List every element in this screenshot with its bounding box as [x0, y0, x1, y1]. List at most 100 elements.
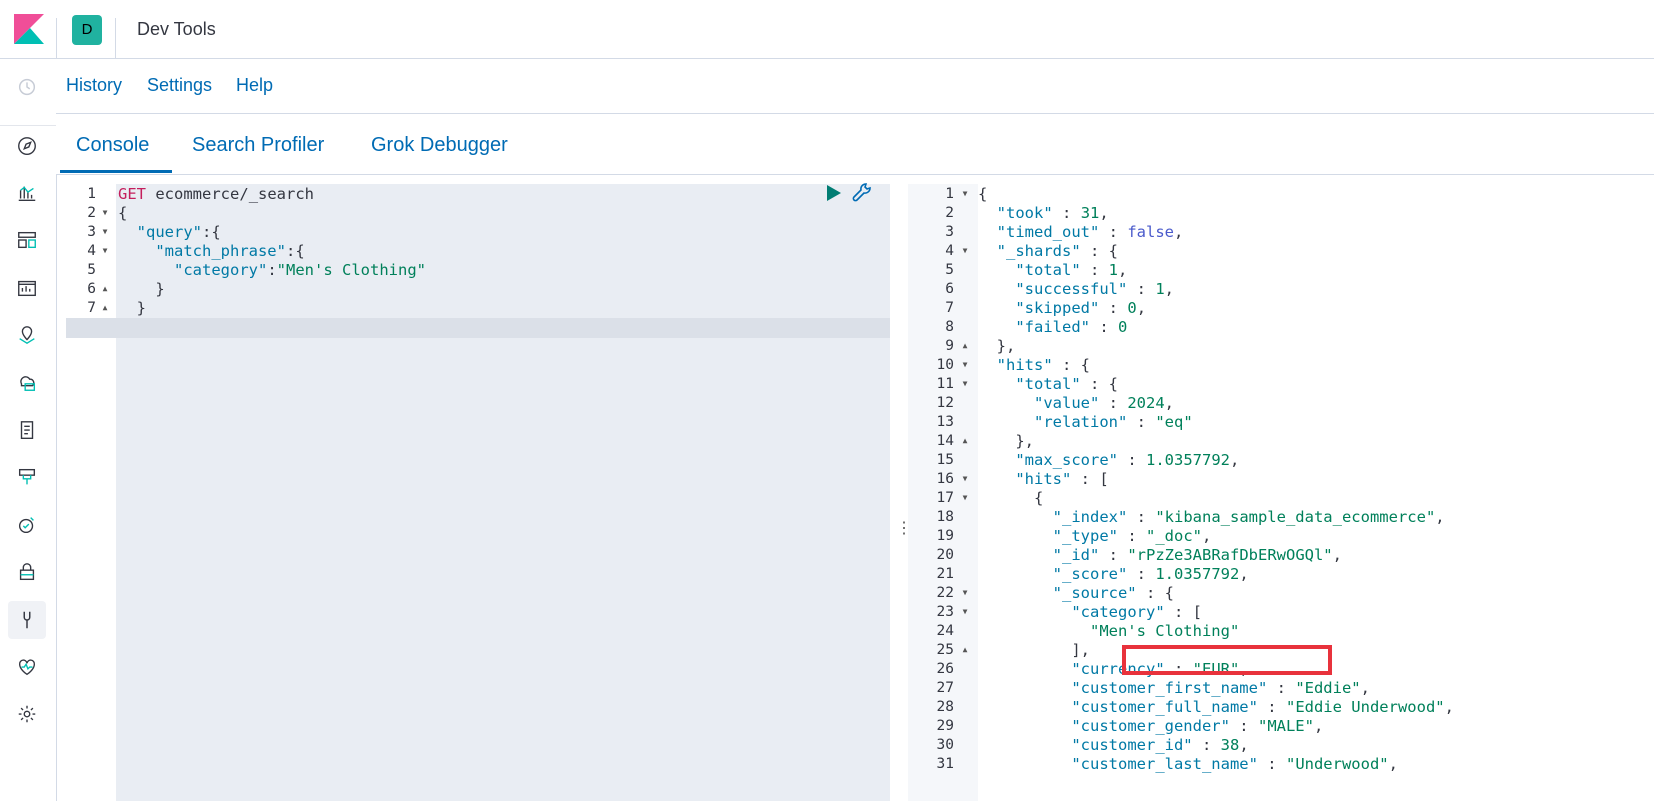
code-line: "failed" : 0 [1015, 318, 1128, 336]
line-number: 1 [945, 186, 954, 202]
infrastructure-icon[interactable] [14, 464, 40, 490]
line-number: 5 [945, 262, 954, 278]
line-number: 8 [945, 319, 954, 335]
app-title: Dev Tools [137, 19, 216, 39]
line-number: 26 [936, 661, 954, 677]
code-line: "took" : 31, [996, 204, 1109, 222]
code-line: "hits" : { [996, 356, 1091, 374]
code-line: "relation" : "eq" [1034, 413, 1193, 431]
line-number: 22 [936, 585, 954, 601]
code-line: "_type" : "_doc", [1052, 527, 1212, 545]
request-options-wrench-icon[interactable] [850, 180, 876, 206]
history-link[interactable]: History [66, 75, 122, 96]
fold-expand-icon[interactable]: ▼ [960, 184, 970, 204]
visualize-icon[interactable] [14, 180, 40, 206]
code-line: GET ecommerce/_search [118, 185, 315, 203]
send-request-button[interactable] [820, 180, 846, 206]
fold-collapse-icon[interactable]: ▲ [960, 336, 970, 356]
line-number: 29 [936, 718, 954, 734]
fold-expand-icon[interactable]: ▼ [100, 222, 110, 242]
code-line: { [118, 204, 128, 222]
fold-collapse-icon[interactable]: ▲ [100, 279, 110, 299]
panel-resize-handle[interactable]: ⋮ [896, 518, 912, 538]
fold-collapse-icon[interactable]: ▲ [960, 640, 970, 660]
dev-tools-tabs: Console Search Profiler Grok Debugger [56, 114, 1654, 175]
code-line: "_index" : "kibana_sample_data_ecommerce… [1052, 508, 1445, 526]
fold-expand-icon[interactable]: ▼ [960, 355, 970, 375]
line-number: 18 [936, 509, 954, 525]
code-line: "_id" : "rPzZe3ABRafDbERwOGQl", [1052, 546, 1342, 564]
code-line: "hits" : [ [1015, 470, 1109, 488]
fold-expand-icon[interactable]: ▼ [100, 203, 110, 223]
code-line: { [978, 489, 1044, 507]
tab-search-profiler[interactable]: Search Profiler [192, 134, 324, 157]
line-number: 25 [936, 642, 954, 658]
code-line: "customer_gender" : "MALE", [1071, 717, 1324, 735]
fold-expand-icon[interactable]: ▼ [960, 583, 970, 603]
tab-grok-debugger[interactable]: Grok Debugger [371, 134, 508, 157]
code-line: } [118, 280, 165, 298]
annotation-highlight-box [1122, 645, 1332, 675]
monitoring-icon[interactable] [14, 654, 40, 680]
management-icon[interactable] [14, 701, 40, 727]
code-line: ], [978, 641, 1090, 659]
active-tab-indicator [60, 170, 172, 173]
line-number: 3 [87, 224, 96, 240]
nav-divider [0, 125, 56, 126]
request-editor[interactable]: 12▼3▼4▼56▲7▲8▲ GET ecommerce/_search{ "q… [66, 184, 890, 801]
settings-link[interactable]: Settings [147, 75, 212, 96]
fold-collapse-icon[interactable]: ▲ [960, 431, 970, 451]
code-line: "match_phrase":{ [155, 242, 305, 260]
compass-icon[interactable] [14, 133, 40, 159]
fold-expand-icon[interactable]: ▼ [960, 374, 970, 394]
line-number: 6 [87, 281, 96, 297]
fold-expand-icon[interactable]: ▼ [960, 469, 970, 489]
space-avatar[interactable]: D [72, 15, 102, 45]
dev-tools-icon[interactable] [8, 601, 46, 639]
clock-icon[interactable] [14, 74, 40, 100]
line-number: 20 [936, 547, 954, 563]
line-number: 28 [936, 699, 954, 715]
code-line: "total" : 1, [1015, 261, 1128, 279]
fold-expand-icon[interactable]: ▼ [960, 488, 970, 508]
line-number: 15 [936, 452, 954, 468]
uptime-icon[interactable] [14, 512, 40, 538]
response-viewer[interactable]: 1 ▼ 2 3 4 ▼ 5 6 7 8 9 ▲ 10 ▼ 11 ▼ 12 13 14 ▲ 15 16 ▼ 17 ▼ 18 19 20 2… [908, 184, 1654, 801]
canvas-icon[interactable] [14, 275, 40, 301]
code-line: { [978, 185, 988, 203]
fold-expand-icon[interactable]: ▼ [960, 602, 970, 622]
request-body[interactable]: GET ecommerce/_search{ "query":{ "match_… [116, 184, 890, 801]
line-number: 4 [945, 243, 954, 259]
machine-learning-icon[interactable] [14, 369, 40, 395]
line-number: 1 [87, 186, 96, 202]
siem-icon[interactable] [14, 559, 40, 585]
tab-console[interactable]: Console [76, 134, 149, 157]
fold-collapse-icon[interactable]: ▲ [100, 298, 110, 318]
kibana-logo-icon[interactable] [10, 10, 48, 48]
line-number: 12 [936, 395, 954, 411]
code-line: "customer_full_name" : "Eddie Underwood"… [1071, 698, 1454, 716]
line-number: 11 [936, 376, 954, 392]
line-number: 14 [936, 433, 954, 449]
dashboard-icon[interactable] [14, 227, 40, 253]
code-line: "category":"Men's Clothing" [174, 261, 426, 279]
line-number: 13 [936, 414, 954, 430]
fold-expand-icon[interactable]: ▼ [960, 241, 970, 261]
maps-icon[interactable] [14, 322, 40, 348]
line-number: 24 [936, 623, 954, 639]
code-line: "skipped" : 0, [1015, 299, 1147, 317]
help-link[interactable]: Help [236, 75, 273, 96]
line-number: 9 [945, 338, 954, 354]
line-number: 2 [945, 205, 954, 221]
line-number: 21 [936, 566, 954, 582]
code-line: "total" : { [1015, 375, 1118, 393]
code-line: "max_score" : 1.0357792, [1015, 451, 1240, 469]
response-body[interactable]: { "took" : 31, "timed_out" : false, "_sh… [978, 184, 1654, 801]
code-line: "value" : 2024, [1034, 394, 1175, 412]
line-number: 2 [87, 205, 96, 221]
code-line: } [118, 299, 146, 317]
top-header: D Dev Tools [0, 0, 1654, 59]
side-nav [0, 59, 57, 801]
logs-icon[interactable] [14, 417, 40, 443]
fold-expand-icon[interactable]: ▼ [100, 241, 110, 261]
